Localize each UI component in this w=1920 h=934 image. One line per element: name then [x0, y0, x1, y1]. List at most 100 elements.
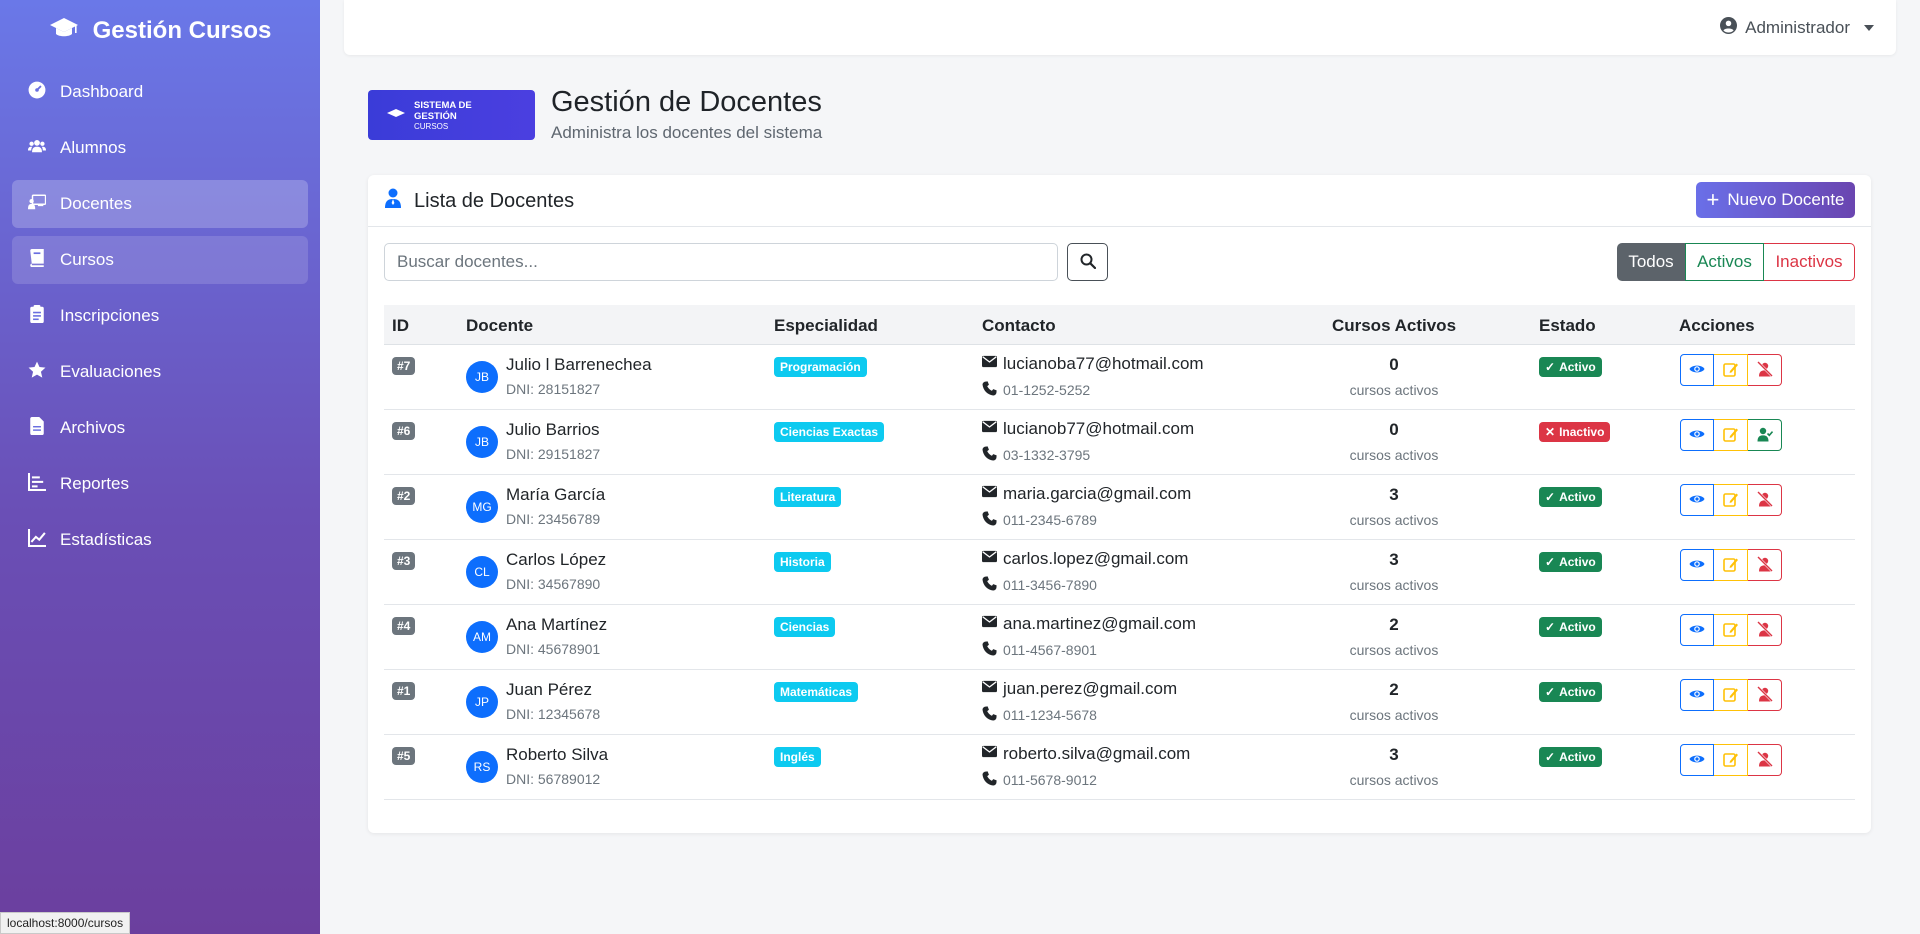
user-slash-icon [1756, 750, 1773, 770]
deactivate-button[interactable] [1748, 744, 1782, 776]
search-button[interactable] [1067, 243, 1108, 281]
contact-phone: 011-3456-7890 [982, 576, 1097, 594]
chart-line-icon [28, 528, 46, 552]
user-slash-icon [1756, 490, 1773, 510]
brand[interactable]: Gestión Cursos [0, 0, 320, 62]
courses-count: 3 [1389, 550, 1399, 569]
edit-icon [1722, 491, 1739, 510]
dashboard-icon [28, 81, 46, 104]
edit-button[interactable] [1714, 549, 1748, 581]
phone-text: 01-1252-5252 [1003, 382, 1091, 398]
deactivate-button[interactable] [1748, 549, 1782, 581]
edit-button[interactable] [1714, 484, 1748, 516]
check-icon: ✓ [1545, 490, 1556, 504]
sidebar-item-inscripciones[interactable]: Inscripciones [12, 292, 308, 340]
teacher-name: Julio l Barrenechea [506, 355, 652, 374]
sidebar-item-archivos[interactable]: Archivos [12, 404, 308, 452]
edit-icon [1722, 361, 1739, 380]
view-button[interactable] [1680, 614, 1714, 646]
edit-button[interactable] [1714, 679, 1748, 711]
col-cursos[interactable]: Cursos Activos [1294, 316, 1494, 336]
card-title: Lista de Docentes [384, 175, 574, 227]
courses-count: 2 [1389, 680, 1399, 699]
view-button[interactable] [1680, 354, 1714, 386]
deactivate-button[interactable] [1748, 679, 1782, 711]
sidebar-item-label: Estadísticas [60, 530, 152, 549]
user-slash-icon [1756, 685, 1773, 705]
card-title-text: Lista de Docentes [414, 189, 575, 212]
specialty-badge: Inglés [774, 747, 821, 767]
phone-icon [982, 771, 997, 789]
view-button[interactable] [1680, 679, 1714, 711]
page-title: Gestión de Docentes [551, 86, 822, 118]
specialty-badge: Historia [774, 552, 831, 572]
eye-icon [1689, 556, 1705, 575]
contact-phone: 011-4567-8901 [982, 641, 1097, 659]
search-input[interactable] [384, 243, 1058, 281]
view-button[interactable] [1680, 484, 1714, 516]
sidebar-item-evaluaciones[interactable]: Evaluaciones [12, 348, 308, 396]
teacher-name: Roberto Silva [506, 745, 609, 764]
edit-button[interactable] [1714, 614, 1748, 646]
sidebar-item-cursos[interactable]: Cursos [12, 236, 308, 284]
id-badge: #6 [392, 422, 416, 440]
row-actions [1680, 484, 1782, 516]
id-badge: #4 [392, 617, 416, 635]
sidebar-item-reportes[interactable]: Reportes [12, 460, 308, 508]
col-estado[interactable]: Estado [1539, 316, 1596, 336]
teachers-table: ID Docente Especialidad Contacto Cursos … [384, 305, 1855, 800]
new-teacher-button[interactable]: + Nuevo Docente [1696, 182, 1855, 218]
sidebar-item-dashboard[interactable]: Dashboard [12, 68, 308, 116]
caret-down-icon [1864, 24, 1874, 31]
col-especialidad[interactable]: Especialidad [774, 316, 878, 336]
courses-label: cursos activos [1349, 447, 1439, 463]
sidebar-item-label: Evaluaciones [60, 362, 162, 381]
status-text: Activo [1559, 490, 1596, 504]
view-button[interactable] [1680, 419, 1714, 451]
status-text: Inactivo [1559, 425, 1605, 439]
edit-icon [1722, 556, 1739, 575]
view-button[interactable] [1680, 744, 1714, 776]
phone-icon [982, 576, 997, 594]
avatar: JB [466, 426, 498, 458]
phone-icon [982, 446, 997, 464]
status-text: Activo [1559, 555, 1596, 569]
courses-label: cursos activos [1349, 577, 1439, 593]
contact-email: ana.martinez@gmail.com [982, 614, 1196, 634]
col-id[interactable]: ID [392, 316, 409, 336]
logo-line-2: GESTIÓN [414, 110, 457, 122]
edit-button[interactable] [1714, 744, 1748, 776]
email-text: roberto.silva@gmail.com [1003, 744, 1191, 763]
user-circle-icon [1720, 16, 1738, 39]
deactivate-button[interactable] [1748, 484, 1782, 516]
sidebar-nav: Dashboard Alumnos Docentes Cursos Inscripcio… [0, 68, 320, 564]
view-button[interactable] [1680, 549, 1714, 581]
deactivate-button[interactable] [1748, 354, 1782, 386]
avatar: MG [466, 491, 498, 523]
deactivate-button[interactable] [1748, 614, 1782, 646]
col-contacto[interactable]: Contacto [982, 316, 1056, 336]
teacher-name: Carlos López [506, 550, 607, 569]
status-badge: ✓ Activo [1539, 487, 1602, 507]
teacher-name: Juan Pérez [506, 680, 592, 699]
edit-button[interactable] [1714, 419, 1748, 451]
edit-button[interactable] [1714, 354, 1748, 386]
teacher-name: María García [506, 485, 606, 504]
filter-all-button[interactable]: Todos [1617, 243, 1685, 281]
status-badge: ✓ Activo [1539, 682, 1602, 702]
teacher-dni: DNI: 56789012 [506, 771, 601, 787]
sidebar-item-estadisticas[interactable]: Estadísticas [12, 516, 308, 564]
sidebar-item-label: Dashboard [60, 82, 144, 101]
filter-active-button[interactable]: Activos [1685, 243, 1764, 281]
sidebar: Gestión Cursos Dashboard Alumnos Docentes C… [0, 0, 320, 934]
table-row: #1 JP Juan Pérez DNI: 12345678 Matemátic… [384, 670, 1855, 735]
row-actions [1680, 549, 1782, 581]
sidebar-item-docentes[interactable]: Docentes [12, 180, 308, 228]
envelope-icon [982, 744, 997, 764]
activate-button[interactable] [1748, 419, 1782, 451]
filter-inactive-button[interactable]: Inactivos [1764, 243, 1855, 281]
specialty-badge: Literatura [774, 487, 842, 507]
sidebar-item-alumnos[interactable]: Alumnos [12, 124, 308, 172]
user-menu[interactable]: Administrador [1720, 0, 1874, 55]
col-docente[interactable]: Docente [466, 316, 533, 336]
